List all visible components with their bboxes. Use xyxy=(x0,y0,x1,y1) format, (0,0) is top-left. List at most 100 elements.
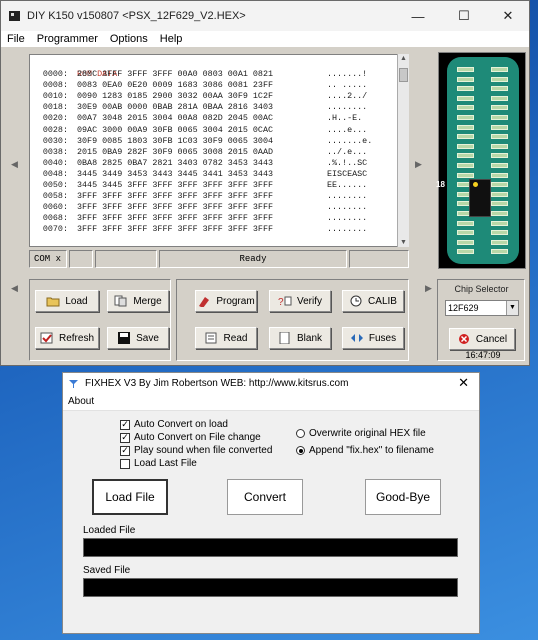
hex-view[interactable]: ROM DATA 0000: 280C 3FFF 3FFF 3FFF 00A0 0… xyxy=(29,54,409,247)
checkbox-icon[interactable]: ✓ xyxy=(120,419,130,430)
hex-data: 3FFF 3FFF 3FFF 3FFF 3FFF 3FFF 3FFF 3FFF xyxy=(77,202,274,213)
refresh-icon xyxy=(40,332,53,344)
cancel-button[interactable]: Cancel xyxy=(449,328,515,350)
option-auto-convert-load[interactable]: ✓ Auto Convert on load xyxy=(120,419,228,430)
socket-pin xyxy=(457,249,474,255)
save-button[interactable]: Save xyxy=(107,327,169,349)
checkbox-icon[interactable]: ✓ xyxy=(120,432,130,443)
hex-ascii: ....e... xyxy=(327,124,368,135)
hex-address: 0048: xyxy=(42,168,68,179)
blank-page-icon xyxy=(279,332,290,344)
hex-row: 0020: 00A7 3048 2015 3004 00A8 082D 2045 … xyxy=(30,113,408,124)
scroll-up-icon[interactable]: ▲ xyxy=(400,55,407,62)
verify-button[interactable]: ? Verify xyxy=(269,290,331,312)
merge-label: Merge xyxy=(133,295,162,307)
calib-button[interactable]: CALIB xyxy=(342,290,404,312)
hex-row: 0028: 09AC 3000 00A9 30FB 0065 3004 2015 … xyxy=(30,125,408,136)
socket-pin xyxy=(457,230,474,236)
hex-data: 280C 3FFF 3FFF 3FFF 00A0 0803 00A1 0821 xyxy=(77,69,274,79)
goodbye-button[interactable]: Good-Bye xyxy=(365,479,441,515)
refresh-label: Refresh xyxy=(58,332,94,344)
merge-button[interactable]: Merge xyxy=(107,290,169,312)
option-label: Auto Convert on File change xyxy=(134,432,261,443)
hex-data: 0083 0EA0 0E20 0009 1683 3086 0081 23FF xyxy=(77,80,274,91)
radio-append[interactable]: Append "fix.hex" to filename xyxy=(296,445,434,456)
chip-select-value: 12F629 xyxy=(448,303,479,313)
fixhex-menu-about[interactable]: About xyxy=(63,393,479,411)
radio-overwrite[interactable]: Overwrite original HEX file xyxy=(296,428,426,439)
program-button[interactable]: Program xyxy=(195,290,257,312)
lower-right-arrow-icon[interactable]: ▶ xyxy=(425,283,432,294)
radio-icon[interactable] xyxy=(296,446,305,455)
chevron-down-icon[interactable]: ▼ xyxy=(506,301,518,315)
read-button[interactable]: Read xyxy=(195,327,257,349)
scroll-down-icon[interactable]: ▼ xyxy=(400,239,407,246)
load-file-button[interactable]: Load File xyxy=(92,479,168,515)
fixhex-title-bar[interactable]: FIXHEX V3 By Jim Robertson WEB: http://w… xyxy=(63,373,479,393)
hex-address: 0068: xyxy=(42,213,68,224)
refresh-button[interactable]: Refresh xyxy=(35,327,99,349)
hex-address: 0040: xyxy=(42,157,68,168)
chip-select[interactable]: 12F629 ▼ xyxy=(445,300,519,316)
socket-pin xyxy=(491,230,508,236)
hex-address: 0058: xyxy=(42,191,68,202)
close-button[interactable]: ✕ xyxy=(485,1,531,31)
hex-address: 0030: xyxy=(42,135,68,146)
clock: 16:47:09 xyxy=(465,350,501,360)
k150-window: DIY K150 v150807 <PSX_12F629_V2.HEX> — ☐… xyxy=(0,0,530,366)
socket-pin xyxy=(457,86,474,92)
blank-button[interactable]: Blank xyxy=(269,327,331,349)
hex-row: 0040: 0BA8 2825 0BA7 2821 3403 0782 3453 … xyxy=(30,158,408,169)
load-button[interactable]: Load xyxy=(35,290,99,312)
k150-title-bar[interactable]: DIY K150 v150807 <PSX_12F629_V2.HEX> — ☐… xyxy=(1,1,529,31)
hex-address: 0070: xyxy=(42,224,68,235)
hex-data: 30E9 00AB 0000 0BAB 281A 0BAA 2816 3403 xyxy=(77,102,274,113)
pin-marker: 18 xyxy=(436,180,445,189)
menu-help[interactable]: Help xyxy=(154,31,189,47)
lower-left-arrow-icon[interactable]: ◀ xyxy=(11,283,18,294)
hex-address: 0018: xyxy=(42,102,68,113)
hex-ascii: ........ xyxy=(327,202,368,213)
checkbox-icon[interactable] xyxy=(120,458,130,469)
hex-ascii: ../.e... xyxy=(327,146,368,157)
option-auto-convert-change[interactable]: ✓ Auto Convert on File change xyxy=(120,432,261,443)
minimize-button[interactable]: — xyxy=(395,1,441,31)
hex-row: 0000: 280C 3FFF 3FFF 3FFF 00A0 0803 00A1 … xyxy=(30,69,408,80)
right-scroll-arrow-icon[interactable]: ▶ xyxy=(415,159,422,170)
hex-data: 30F9 0085 1803 30FB 1C03 30F9 0065 3004 xyxy=(77,135,274,146)
socket-pin xyxy=(491,124,508,130)
status-cell-5 xyxy=(349,250,409,268)
option-load-last-file[interactable]: Load Last File xyxy=(120,458,197,469)
menu-options[interactable]: Options xyxy=(104,31,154,47)
socket-pin xyxy=(491,239,508,245)
hex-ascii: ........ xyxy=(327,224,368,235)
socket-pin xyxy=(457,115,474,120)
left-scroll-arrow-icon[interactable]: ◀ xyxy=(11,159,18,170)
menu-programmer[interactable]: Programmer xyxy=(31,31,104,47)
hex-address: 0060: xyxy=(42,202,68,213)
hex-ascii: ........ xyxy=(327,213,368,224)
menu-file[interactable]: File xyxy=(1,31,31,47)
hex-scrollbar[interactable]: ▲ ▼ xyxy=(397,54,409,247)
fixhex-close-icon[interactable]: ✕ xyxy=(458,375,469,391)
hex-row: 0010: 0090 1283 0185 2900 3032 00AA 30F9 … xyxy=(30,91,408,102)
socket-pin xyxy=(491,76,508,82)
maximize-button[interactable]: ☐ xyxy=(441,1,487,31)
hex-ascii: .......e. xyxy=(327,135,373,146)
socket-pin xyxy=(491,105,508,111)
option-play-sound[interactable]: ✓ Play sound when file converted xyxy=(120,445,272,456)
load-label: Load xyxy=(65,295,88,307)
saved-file-field xyxy=(83,578,458,597)
fixhex-title: FIXHEX V3 By Jim Robertson WEB: http://w… xyxy=(85,377,349,389)
socket-pin xyxy=(457,76,474,82)
hex-data: 3FFF 3FFF 3FFF 3FFF 3FFF 3FFF 3FFF 3FFF xyxy=(77,224,274,235)
fuses-button[interactable]: Fuses xyxy=(342,327,404,349)
option-label: Auto Convert on load xyxy=(134,419,228,430)
checkbox-icon[interactable]: ✓ xyxy=(120,445,130,456)
scroll-thumb[interactable] xyxy=(399,68,408,82)
hex-ascii: .H..-E. xyxy=(327,113,363,124)
convert-button[interactable]: Convert xyxy=(227,479,303,515)
k150-app-icon xyxy=(9,11,20,21)
status-bar: COM x Ready xyxy=(29,250,409,268)
radio-icon[interactable] xyxy=(296,429,305,438)
